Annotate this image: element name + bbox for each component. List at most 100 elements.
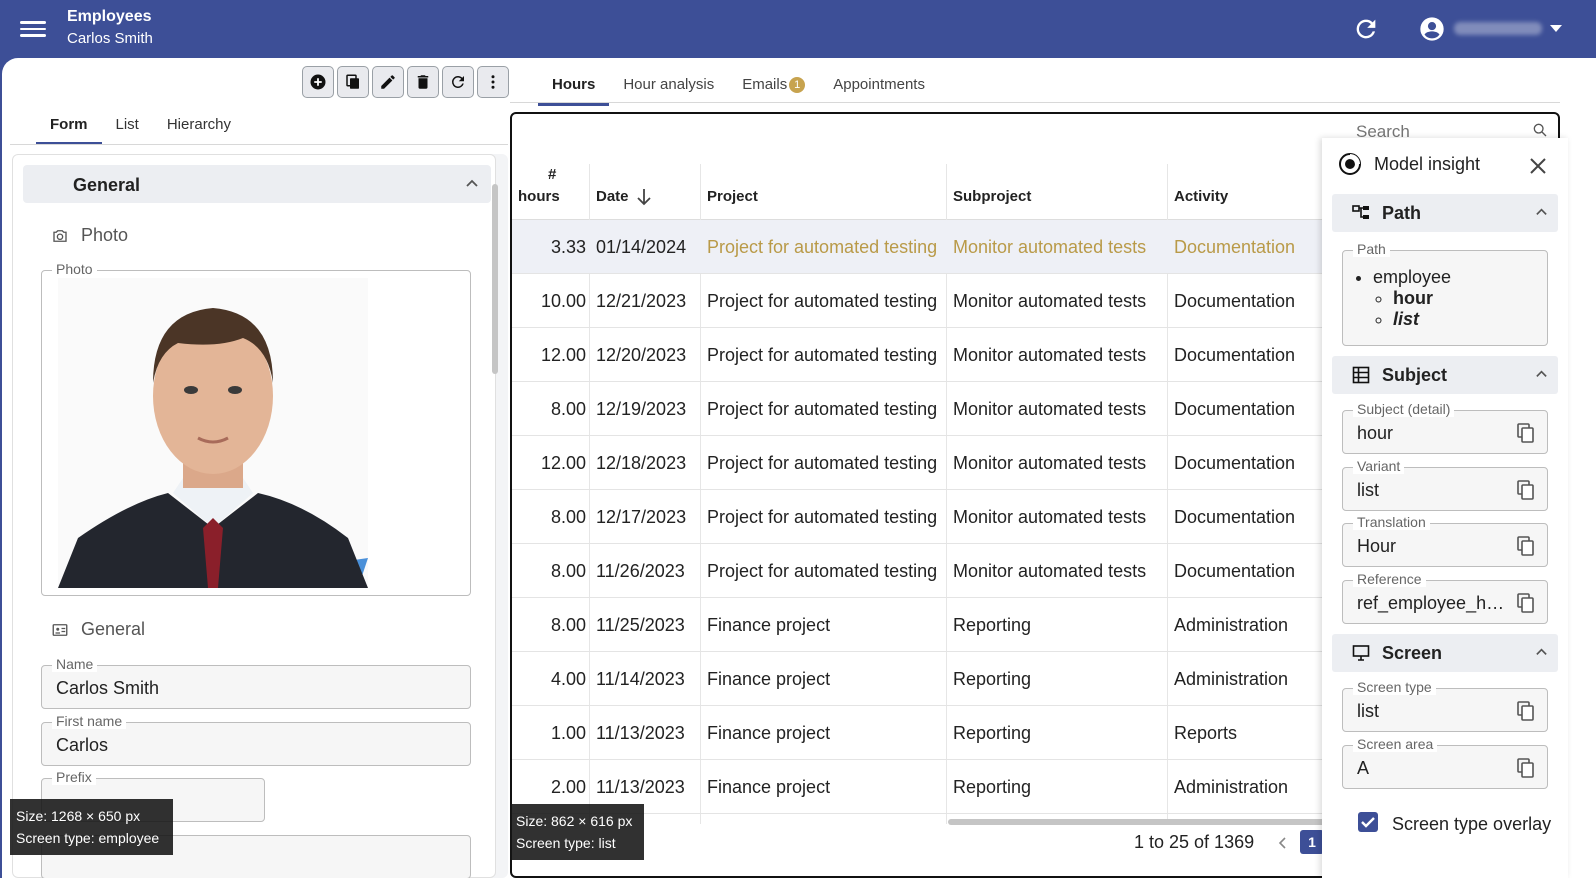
- copy-icon[interactable]: [1517, 593, 1535, 613]
- screen-area-label: Screen area: [1353, 736, 1438, 752]
- delete-button[interactable]: [407, 66, 439, 98]
- form-panel: General Photo Photo General Name Carlos …: [12, 154, 508, 878]
- tab-list[interactable]: List: [102, 110, 153, 143]
- tab-appointments[interactable]: Appointments: [819, 70, 939, 105]
- table-icon: [1352, 366, 1370, 384]
- grid-horizontal-scrollbar[interactable]: [948, 819, 1368, 825]
- section-general-header[interactable]: General: [23, 165, 491, 203]
- insight-section-screen[interactable]: Screen: [1332, 634, 1558, 672]
- copy-button[interactable]: [337, 66, 369, 98]
- photo-legend: Photo: [52, 261, 97, 277]
- screen-type-overlay-label[interactable]: Screen type overlay: [1392, 814, 1551, 835]
- close-icon[interactable]: [1528, 156, 1548, 176]
- insight-title: Model insight: [1374, 154, 1481, 174]
- cell-subproject: Monitor automated tests: [953, 291, 1147, 311]
- cell-activity: Administration: [1174, 669, 1289, 689]
- cell-hours: 8.00: [550, 399, 586, 419]
- path-legend: Path: [1353, 241, 1390, 257]
- cell-date: 12/17/2023: [596, 507, 687, 527]
- copy-icon[interactable]: [1517, 423, 1535, 443]
- cell-project: Project for automated testing: [707, 453, 938, 473]
- cell-hours: 4.00: [550, 669, 586, 689]
- insight-section-subject[interactable]: Subject: [1332, 356, 1558, 394]
- cell-project: Finance project: [707, 723, 831, 743]
- more-vertical-icon: [491, 75, 495, 89]
- tab-hour-analysis[interactable]: Hour analysis: [609, 70, 728, 105]
- path-item-list: list: [1393, 309, 1420, 329]
- cell-project: Finance project: [707, 615, 831, 635]
- col-header-project[interactable]: Project: [707, 188, 758, 205]
- cell-subproject: Monitor automated tests: [953, 345, 1147, 365]
- cell-project: Project for automated testing: [707, 237, 938, 257]
- cell-date: 11/14/2023: [596, 669, 685, 689]
- add-button[interactable]: [302, 66, 334, 98]
- tab-emails[interactable]: Emails 1: [728, 70, 819, 105]
- checkmark-icon: [1361, 817, 1375, 828]
- cell-subproject: Monitor automated tests: [953, 561, 1147, 581]
- reference-field: Reference ref_employee_hour: [1342, 571, 1548, 624]
- form-scrollbar[interactable]: [492, 184, 498, 374]
- col-header-hours[interactable]: hours: [518, 188, 560, 205]
- cell-activity: Reports: [1174, 723, 1238, 743]
- screen-section-label: Screen: [1382, 643, 1443, 663]
- col-header-hours-hash[interactable]: #: [548, 166, 556, 183]
- app-subtitle: Carlos Smith: [67, 30, 153, 47]
- reload-button[interactable]: [442, 66, 474, 98]
- copy-icon[interactable]: [1517, 758, 1535, 778]
- cell-activity: Administration: [1174, 615, 1289, 635]
- screen-type-value: list: [1357, 701, 1379, 721]
- cell-hours: 10.00: [540, 291, 586, 311]
- translation-field: Translation Hour: [1342, 514, 1548, 567]
- edit-button[interactable]: [372, 66, 404, 98]
- cell-date: 12/18/2023: [596, 453, 687, 473]
- subject-detail-field: Subject (detail) hour: [1342, 401, 1548, 454]
- copy-icon[interactable]: [1517, 536, 1535, 556]
- chevron-left-icon[interactable]: [1276, 836, 1290, 850]
- col-header-date[interactable]: Date: [596, 188, 629, 205]
- detail-tabs-divider: [510, 102, 1560, 103]
- variant-label: Variant: [1353, 458, 1405, 474]
- cell-hours: 1.00: [550, 723, 586, 743]
- screen-area-value: A: [1357, 758, 1370, 778]
- id-card-icon: [52, 624, 68, 636]
- menu-icon[interactable]: [20, 17, 46, 39]
- general-heading-label: General: [81, 619, 146, 639]
- general-heading: General: [52, 619, 146, 640]
- cell-activity: Administration: [1174, 777, 1289, 797]
- cell-hours: 2.00: [550, 777, 586, 797]
- copy-icon[interactable]: [1517, 480, 1535, 500]
- sort-arrow-down-icon[interactable]: [636, 188, 652, 206]
- more-button[interactable]: [477, 66, 509, 98]
- refresh-icon[interactable]: [1352, 15, 1380, 43]
- tabs-divider: [10, 144, 508, 145]
- cell-project: Project for automated testing: [707, 561, 938, 581]
- col-header-subproject[interactable]: Subproject: [953, 188, 1031, 205]
- screen-type-overlay-checkbox[interactable]: [1358, 812, 1378, 832]
- cell-subproject: Reporting: [953, 723, 1032, 743]
- screen-type-field: Screen type list: [1342, 679, 1548, 732]
- copy-icon[interactable]: [1517, 701, 1535, 721]
- search-icon[interactable]: [1532, 122, 1548, 138]
- tab-hours[interactable]: Hours: [538, 70, 610, 106]
- pager-current-page[interactable]: 1: [1300, 830, 1324, 854]
- cell-project: Project for automated testing: [707, 291, 938, 311]
- insight-icon: [1339, 153, 1361, 175]
- cell-date: 11/25/2023: [596, 615, 685, 635]
- photo-field[interactable]: Photo: [41, 261, 471, 596]
- path-section-label: Path: [1382, 203, 1422, 223]
- chevron-up-icon: [466, 179, 478, 187]
- subject-detail-value: hour: [1357, 423, 1394, 443]
- tab-form[interactable]: Form: [36, 110, 102, 145]
- first-name-field[interactable]: First name Carlos: [41, 713, 471, 766]
- refresh-icon: [451, 75, 464, 88]
- col-header-activity[interactable]: Activity: [1174, 188, 1228, 205]
- name-field[interactable]: Name Carlos Smith: [41, 656, 471, 709]
- first-name-label: First name: [52, 713, 127, 729]
- translation-label: Translation: [1353, 514, 1430, 530]
- cell-hours: 12.00: [540, 345, 586, 365]
- tab-hierarchy[interactable]: Hierarchy: [153, 110, 245, 143]
- path-field: Path employee hour list: [1342, 241, 1548, 346]
- cell-project: Finance project: [707, 777, 831, 797]
- user-menu[interactable]: [1418, 14, 1568, 44]
- insight-section-path[interactable]: Path: [1332, 194, 1558, 232]
